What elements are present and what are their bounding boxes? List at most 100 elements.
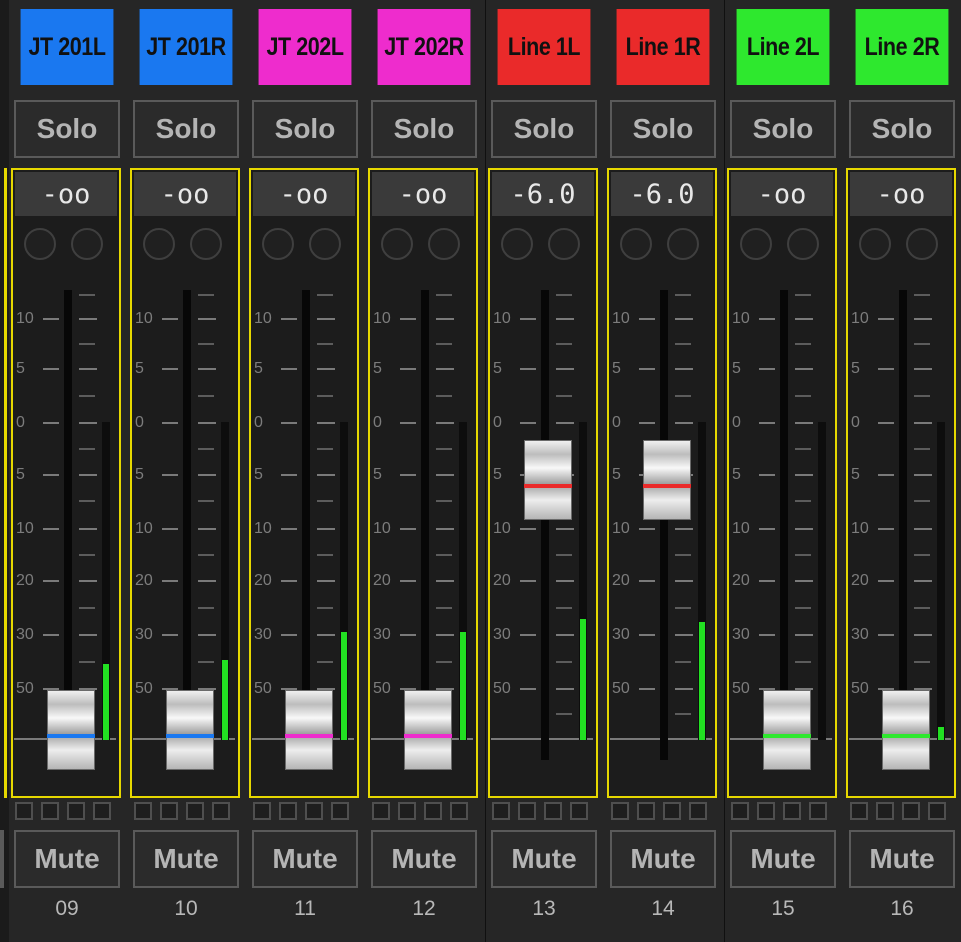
send-indicator-box[interactable]	[67, 802, 85, 820]
channel-name-label[interactable]: JT 202R	[377, 9, 471, 85]
fader-value-display[interactable]: -oo	[134, 172, 236, 216]
send-indicator-box[interactable]	[611, 802, 629, 820]
scale-label: 30	[135, 626, 153, 643]
send-indicator-box[interactable]	[731, 802, 749, 820]
send-indicator-box[interactable]	[637, 802, 655, 820]
send-indicator-box[interactable]	[331, 802, 349, 820]
send-indicator-box[interactable]	[757, 802, 775, 820]
aux-knob-2[interactable]	[548, 228, 580, 260]
send-indicator-box[interactable]	[544, 802, 562, 820]
channel-name-label[interactable]: JT 201R	[139, 9, 233, 85]
send-indicator-box[interactable]	[372, 802, 390, 820]
scale-tick	[43, 474, 59, 476]
aux-knob-2[interactable]	[667, 228, 699, 260]
send-indicator-box[interactable]	[850, 802, 868, 820]
aux-knob-2[interactable]	[787, 228, 819, 260]
mute-button[interactable]: Mute	[14, 830, 120, 888]
fader-track[interactable]	[660, 290, 668, 760]
send-indicator-box[interactable]	[928, 802, 946, 820]
send-indicator-box[interactable]	[160, 802, 178, 820]
aux-knob-2[interactable]	[428, 228, 460, 260]
fader-track[interactable]	[541, 290, 549, 760]
solo-button[interactable]: Solo	[14, 100, 120, 158]
solo-button[interactable]: Solo	[133, 100, 239, 158]
mute-button[interactable]: Mute	[133, 830, 239, 888]
aux-knob-2[interactable]	[71, 228, 103, 260]
fader-handle[interactable]	[285, 690, 333, 770]
fader-value-display[interactable]: -oo	[731, 172, 833, 216]
fader-handle[interactable]	[47, 690, 95, 770]
channel-name-label[interactable]: JT 202L	[258, 9, 352, 85]
send-indicator-box[interactable]	[93, 802, 111, 820]
mute-button[interactable]: Mute	[849, 830, 955, 888]
send-indicator-box[interactable]	[15, 802, 33, 820]
channel-name-label[interactable]: Line 2R	[855, 9, 949, 85]
solo-button[interactable]: Solo	[849, 100, 955, 158]
solo-button[interactable]: Solo	[610, 100, 716, 158]
send-indicator-box[interactable]	[876, 802, 894, 820]
fader-handle[interactable]	[166, 690, 214, 770]
fader-handle[interactable]	[404, 690, 452, 770]
scale-tick-minor	[436, 554, 452, 556]
channel-name-label[interactable]: Line 1L	[497, 9, 591, 85]
send-indicator-box[interactable]	[279, 802, 297, 820]
aux-knob-1[interactable]	[24, 228, 56, 260]
fader-value-display[interactable]: -oo	[253, 172, 355, 216]
aux-knob-1[interactable]	[143, 228, 175, 260]
scale-tick	[317, 422, 335, 424]
send-indicator-box[interactable]	[424, 802, 442, 820]
channel-name-label[interactable]: JT 201L	[20, 9, 114, 85]
send-indicator-box[interactable]	[783, 802, 801, 820]
send-indicator-box[interactable]	[809, 802, 827, 820]
channel-name-label[interactable]: Line 2L	[736, 9, 830, 85]
send-indicator-box[interactable]	[41, 802, 59, 820]
fader-handle[interactable]	[763, 690, 811, 770]
send-indicator-box[interactable]	[212, 802, 230, 820]
send-indicator-box[interactable]	[305, 802, 323, 820]
fader-handle[interactable]	[882, 690, 930, 770]
fader-handle[interactable]	[643, 440, 691, 520]
fader-handle[interactable]	[524, 440, 572, 520]
fader-value-display[interactable]: -oo	[15, 172, 117, 216]
fader-value-display[interactable]: -oo	[850, 172, 952, 216]
send-indicator-box[interactable]	[518, 802, 536, 820]
aux-knob-1[interactable]	[740, 228, 772, 260]
aux-knob-1[interactable]	[381, 228, 413, 260]
fader-value-display[interactable]: -oo	[372, 172, 474, 216]
send-indicator-box[interactable]	[134, 802, 152, 820]
scale-tick	[639, 580, 655, 582]
aux-knob-1[interactable]	[501, 228, 533, 260]
mute-button[interactable]: Mute	[371, 830, 477, 888]
mute-button[interactable]: Mute	[252, 830, 358, 888]
channel-number: 11	[294, 897, 316, 920]
aux-knob-1[interactable]	[620, 228, 652, 260]
aux-knob-2[interactable]	[190, 228, 222, 260]
send-indicator-box[interactable]	[450, 802, 468, 820]
send-indicator-box[interactable]	[492, 802, 510, 820]
aux-knob-2[interactable]	[309, 228, 341, 260]
send-indicator-box[interactable]	[902, 802, 920, 820]
solo-button[interactable]: Solo	[730, 100, 836, 158]
send-indicator-box[interactable]	[398, 802, 416, 820]
fader-value-display[interactable]: -6.0	[611, 172, 713, 216]
scale-tick	[520, 318, 536, 320]
send-indicator-box[interactable]	[570, 802, 588, 820]
aux-knob-2[interactable]	[906, 228, 938, 260]
solo-button[interactable]: Solo	[371, 100, 477, 158]
aux-knob-1[interactable]	[262, 228, 294, 260]
fader-handle-indicator	[643, 484, 691, 488]
channel-name-label[interactable]: Line 1R	[616, 9, 710, 85]
send-indicator-box[interactable]	[186, 802, 204, 820]
send-indicator-box[interactable]	[253, 802, 271, 820]
send-indicator-box[interactable]	[663, 802, 681, 820]
mute-button[interactable]: Mute	[730, 830, 836, 888]
mute-button[interactable]: Mute	[491, 830, 597, 888]
channel-number: 15	[771, 897, 795, 920]
mute-button[interactable]: Mute	[610, 830, 716, 888]
send-indicator-box[interactable]	[689, 802, 707, 820]
solo-button[interactable]: Solo	[491, 100, 597, 158]
channel-strip-16: Line 2R Solo -oo 10 5 0 5 10 20 30 50 Mute 16	[844, 0, 961, 942]
solo-button[interactable]: Solo	[252, 100, 358, 158]
aux-knob-1[interactable]	[859, 228, 891, 260]
fader-value-display[interactable]: -6.0	[492, 172, 594, 216]
